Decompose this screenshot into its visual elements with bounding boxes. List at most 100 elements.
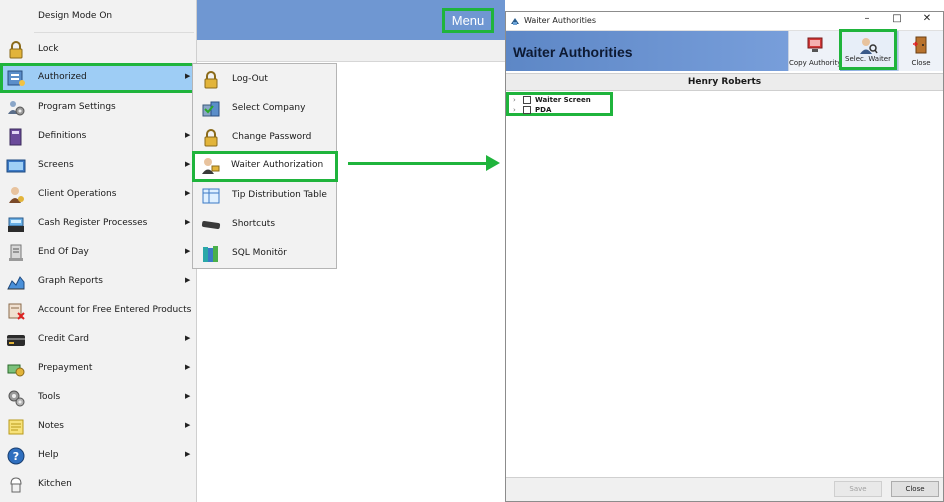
menu-item-label: End Of Day <box>38 247 89 257</box>
menu-item-label: Account for Free Entered Products <box>38 305 192 315</box>
submenu-item-label: Change Password <box>232 132 312 142</box>
authority-tree-highlight: › Waiter Screen › PDA <box>506 92 613 116</box>
submenu-arrow-icon: ▶ <box>185 334 191 342</box>
submenu-item-sql-monit-r[interactable]: SQL Monitör <box>194 239 336 268</box>
menu-item-label: Design Mode On <box>38 11 113 21</box>
expand-chevron-icon[interactable]: › <box>513 106 523 114</box>
screens-icon <box>5 155 27 177</box>
submenu-item-change-password[interactable]: Change Password <box>194 123 336 152</box>
credit-card-icon <box>5 329 27 351</box>
maximize-icon[interactable]: □ <box>882 13 912 29</box>
menu-item-graph-reports[interactable]: Graph Reports ▶ <box>0 267 196 296</box>
submenu-arrow-icon: ▶ <box>185 189 191 197</box>
menu-separator <box>34 32 194 33</box>
menu-item-label: Cash Register Processes <box>38 218 148 228</box>
select-waiter-icon <box>858 36 878 56</box>
submenu-item-tip-distribution-table[interactable]: Tip Distribution Table <box>194 181 336 210</box>
selected-waiter-name: Henry Roberts <box>506 73 943 91</box>
menu-item-end-of-day[interactable]: End Of Day ▶ <box>0 238 196 267</box>
submenu-arrow-icon: ▶ <box>185 363 191 371</box>
menu-item-help[interactable]: ? Help ▶ <box>0 441 196 470</box>
close-button[interactable]: Close <box>891 481 939 497</box>
submenu-arrow-icon: ▶ <box>185 421 191 429</box>
menu-item-label: Notes <box>38 421 64 431</box>
submenu-arrow-icon: ▶ <box>185 131 191 139</box>
menu-item-label: Definitions <box>38 131 87 141</box>
copy-authority-button[interactable]: Copy Authority <box>788 31 842 71</box>
end-of-day-icon <box>5 242 27 264</box>
notes-icon <box>5 416 27 438</box>
keyboard-icon <box>200 214 222 236</box>
submenu-arrow-icon: ▶ <box>185 72 191 80</box>
menu-item-design-mode-on[interactable]: Design Mode On <box>0 2 196 31</box>
tree-checkbox[interactable] <box>523 106 531 114</box>
svg-text:?: ? <box>13 450 19 463</box>
free-products-icon <box>5 300 27 322</box>
authorized-icon <box>5 67 27 89</box>
book-icon <box>5 126 27 148</box>
submenu-arrow-icon: ▶ <box>185 247 191 255</box>
menu-icon-empty <box>5 6 27 28</box>
client-icon <box>5 184 27 206</box>
menu-item-account-for-free-entered-products[interactable]: Account for Free Entered Products <box>0 296 196 325</box>
submenu-item-label: Tip Distribution Table <box>232 190 327 200</box>
menu-item-program-settings[interactable]: Program Settings <box>0 93 196 122</box>
menu-item-cash-register-processes[interactable]: Cash Register Processes ▶ <box>0 209 196 238</box>
submenu-item-log-out[interactable]: Log-Out <box>194 65 336 94</box>
help-icon: ? <box>5 445 27 467</box>
menu-button[interactable]: Menu <box>442 8 494 33</box>
submenu-item-label: Shortcuts <box>232 219 276 229</box>
waiter-icon <box>199 155 221 177</box>
lock-icon <box>200 127 222 149</box>
toolbar-close-button[interactable]: Close <box>898 31 943 71</box>
menu-item-label: Help <box>38 450 59 460</box>
submenu-arrow-icon: ▶ <box>185 392 191 400</box>
window-close-icon[interactable]: ✕ <box>912 13 942 29</box>
menu-item-kitchen[interactable]: Kitchen <box>0 470 196 499</box>
minimize-icon[interactable]: – <box>852 13 882 29</box>
menu-item-screens[interactable]: Screens ▶ <box>0 151 196 180</box>
menu-item-lock[interactable]: Lock <box>0 35 196 64</box>
tree-node-label: PDA <box>535 106 552 114</box>
copy-authority-label: Copy Authority <box>789 59 842 67</box>
menu-item-label: Credit Card <box>38 334 89 344</box>
app-icon <box>510 16 520 29</box>
table-icon <box>200 185 222 207</box>
tree-checkbox[interactable] <box>523 96 531 104</box>
dialog-window-title: Waiter Authorities <box>524 16 597 25</box>
annotation-arrow-line <box>348 162 488 165</box>
kitchen-icon <box>5 474 27 496</box>
select-waiter-label: Selec. Waiter <box>845 55 891 63</box>
submenu-item-select-company[interactable]: Select Company <box>194 94 336 123</box>
menu-item-notes[interactable]: Notes ▶ <box>0 412 196 441</box>
tree-node-waiter-screen[interactable]: › Waiter Screen <box>513 95 591 105</box>
menu-item-client-operations[interactable]: Client Operations ▶ <box>0 180 196 209</box>
authorized-submenu: Log-Out Select Company Change Password Wait… <box>192 63 338 269</box>
users-settings-icon <box>5 97 27 119</box>
submenu-arrow-icon: ▶ <box>185 450 191 458</box>
main-menu: Design Mode On Lock Authorized ▶ Program Set… <box>0 0 197 502</box>
expand-chevron-icon[interactable]: › <box>513 96 523 104</box>
menu-item-definitions[interactable]: Definitions ▶ <box>0 122 196 151</box>
menu-item-tools[interactable]: Tools ▶ <box>0 383 196 412</box>
annotation-arrow-head <box>486 155 500 171</box>
dialog-header: Waiter Authorities Copy Authority Selec.… <box>506 29 943 71</box>
menu-item-credit-card[interactable]: Credit Card ▶ <box>0 325 196 354</box>
close-door-icon <box>911 35 931 55</box>
submenu-item-shortcuts[interactable]: Shortcuts <box>194 210 336 239</box>
menu-item-label: Client Operations <box>38 189 117 199</box>
menu-item-prepayment[interactable]: Prepayment ▶ <box>0 354 196 383</box>
menu-item-label: Lock <box>38 44 59 54</box>
chart-icon <box>5 271 27 293</box>
menu-item-label: Graph Reports <box>38 276 103 286</box>
save-button[interactable]: Save <box>834 481 882 497</box>
submenu-arrow-icon: ▶ <box>185 218 191 226</box>
menu-item-label: Kitchen <box>38 479 72 489</box>
toolbar-close-label: Close <box>911 59 931 67</box>
submenu-item-waiter-authorization[interactable]: Waiter Authorization <box>192 151 338 182</box>
submenu-item-label: SQL Monitör <box>232 248 287 258</box>
tree-node-pda[interactable]: › PDA <box>513 105 551 115</box>
menu-item-authorized[interactable]: Authorized ▶ <box>0 63 196 93</box>
select-waiter-button[interactable]: Selec. Waiter <box>839 29 897 70</box>
submenu-item-label: Log-Out <box>232 74 268 84</box>
